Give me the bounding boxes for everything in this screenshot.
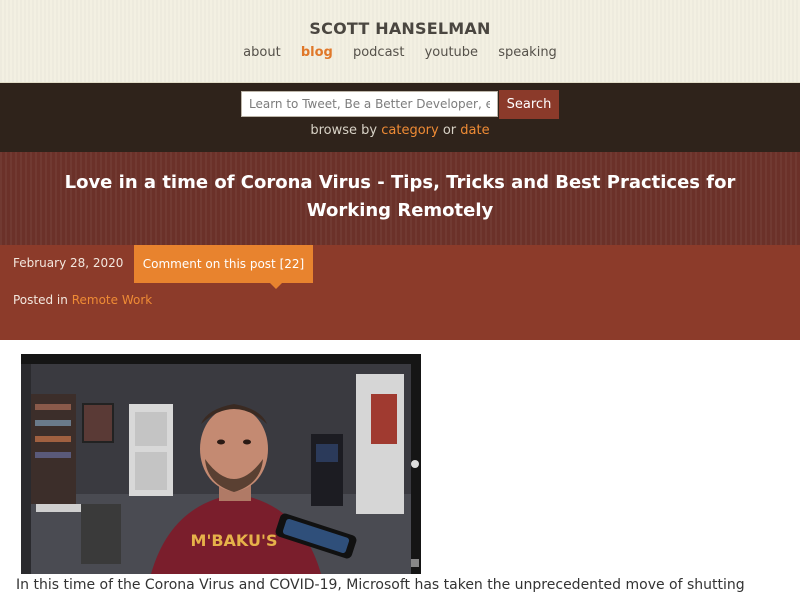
main-nav: about blog podcast youtube speaking (0, 45, 800, 60)
posted-in-prefix: Posted in (13, 293, 68, 307)
posted-in: Posted in Remote Work (13, 293, 152, 307)
article-paragraph: In this time of the Corona Virus and COV… (16, 577, 745, 593)
search-button[interactable]: Search (499, 90, 559, 119)
comment-button-label: Comment on this post [22] (142, 257, 305, 271)
comment-button[interactable]: Comment on this post [22] (134, 245, 313, 289)
nav-link-youtube[interactable]: youtube (425, 45, 478, 60)
site-title[interactable]: SCOTT HANSELMAN (0, 19, 800, 38)
search-input[interactable] (241, 91, 498, 117)
article-image[interactable]: M'BAKU'S (21, 354, 421, 574)
post-title[interactable]: Love in a time of Corona Virus - Tips, T… (20, 169, 780, 225)
post-meta: February 28, 2020 Comment on this post [… (0, 245, 800, 340)
video-still-illustration: M'BAKU'S (21, 354, 421, 574)
title-band: Love in a time of Corona Virus - Tips, T… (0, 152, 800, 245)
nav-link-speaking[interactable]: speaking (498, 45, 557, 60)
nav-link-podcast[interactable]: podcast (353, 45, 404, 60)
nav-link-about[interactable]: about (243, 45, 281, 60)
search-band: Search browse by category or date (0, 83, 800, 152)
site-header: SCOTT HANSELMAN about blog podcast youtu… (0, 0, 800, 83)
nav-link-blog[interactable]: blog (301, 45, 333, 60)
browse-category-link[interactable]: category (381, 123, 438, 138)
browse-or: or (442, 123, 457, 138)
speech-bubble-tail-icon (270, 283, 282, 289)
shirt-text: M'BAKU'S (191, 531, 278, 550)
post-date: February 28, 2020 (13, 256, 124, 270)
category-link[interactable]: Remote Work (72, 293, 153, 307)
browse-prefix: browse by (310, 123, 378, 138)
browse-line: browse by category or date (0, 123, 800, 138)
browse-date-link[interactable]: date (460, 123, 489, 138)
